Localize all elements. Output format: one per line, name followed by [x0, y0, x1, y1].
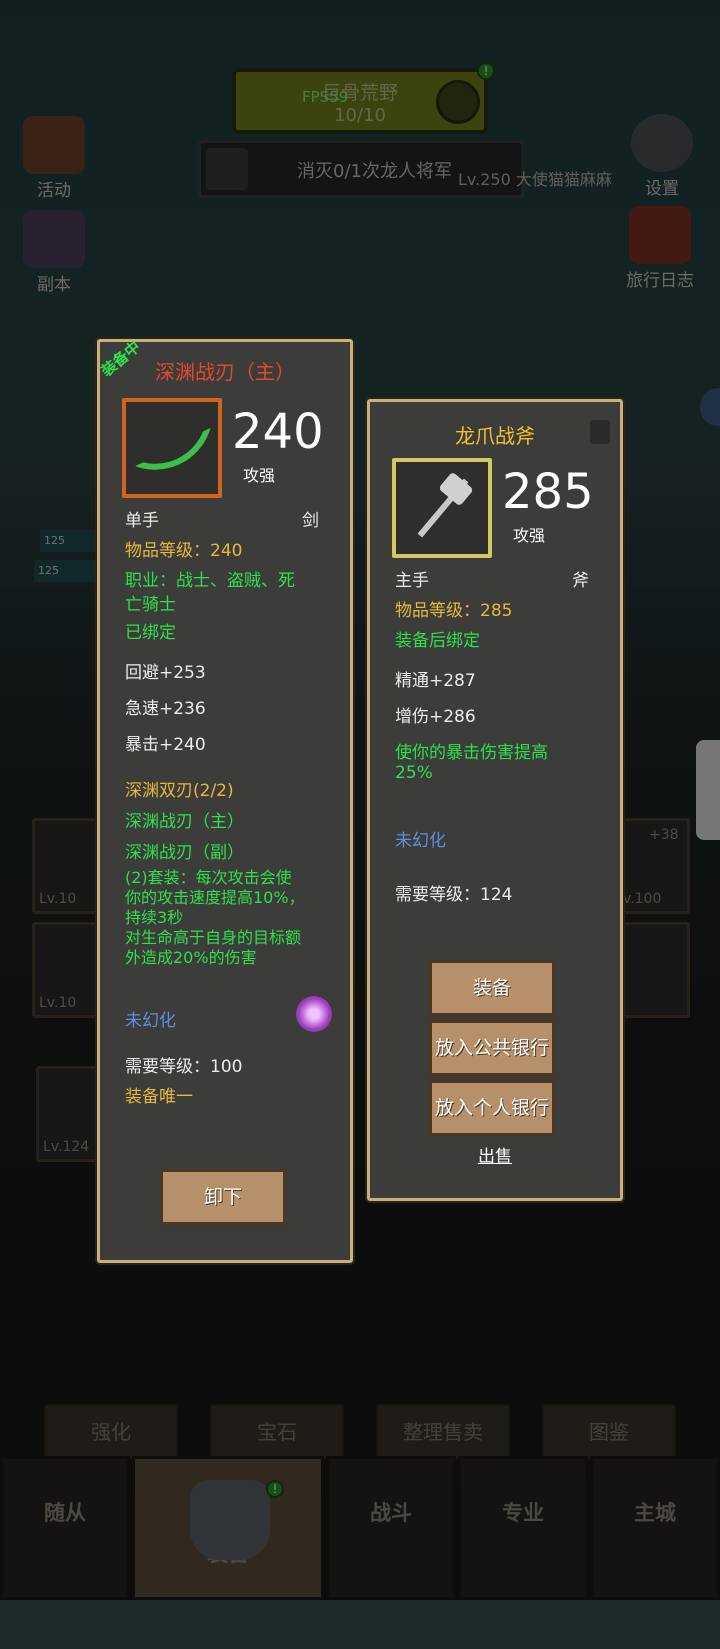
required-level: 需要等级：100 [125, 1057, 243, 1077]
stat-damage: 增伤+286 [395, 707, 476, 727]
stat-haste: 急速+236 [125, 699, 206, 719]
stat-crit: 暴击+240 [125, 735, 206, 755]
blade-icon [135, 407, 211, 487]
class-restriction: 职业：战士、盗贼、死 [125, 571, 295, 591]
attack-value: 285 [502, 464, 594, 520]
set-bonus-line: 你的攻击速度提高10%， [125, 888, 305, 907]
weapon-type: 剑 [302, 511, 319, 531]
set-bonus-line: 对生命高于自身的目标额 [125, 928, 302, 947]
set-bonus: (2)套装：每次攻击会使 你的攻击速度提高10%， 持续3秒 对生命高于自身的目… [125, 868, 335, 968]
attack-value: 240 [232, 404, 324, 460]
equip-button[interactable]: 装备 [429, 960, 555, 1016]
required-level: 需要等级：124 [395, 885, 513, 905]
bind-status: 装备后绑定 [395, 631, 480, 651]
transmog-status: 未幻化 [395, 831, 446, 851]
transmog-orb-icon[interactable] [296, 996, 332, 1032]
sell-link[interactable]: 出售 [478, 1142, 512, 1167]
personal-bank-button[interactable]: 放入个人银行 [429, 1080, 555, 1136]
unequip-button[interactable]: 卸下 [160, 1169, 286, 1225]
set-bonus-line: 外造成20%的伤害 [125, 948, 257, 967]
set-bonus-line: (2)套装：每次攻击会使 [125, 868, 292, 887]
set-piece: 深渊战刃（副） [125, 843, 244, 863]
item-effect-2: 25% [395, 763, 433, 783]
item-icon-slot [392, 458, 492, 558]
item-effect: 使你的暴击伤害提高 [395, 743, 548, 763]
attack-label: 攻强 [243, 466, 276, 485]
set-name: 深渊双刃(2/2) [125, 781, 234, 801]
public-bank-button[interactable]: 放入公共银行 [429, 1020, 555, 1076]
attack-label: 攻强 [513, 526, 546, 545]
transmog-status: 未幻化 [125, 1011, 176, 1031]
set-piece: 深渊战刃（主） [125, 812, 244, 832]
hand-type: 单手 [125, 511, 159, 531]
hand-type: 主手 [395, 571, 429, 591]
stat-dodge: 回避+253 [125, 663, 206, 683]
unique-tag: 装备唯一 [125, 1087, 193, 1107]
item-icon-slot [122, 398, 222, 498]
compare-item-panel: 龙爪战斧 285 攻强 主手 斧 物品等级：285 装备后绑定 精通+287 增… [367, 399, 623, 1201]
bind-status: 已绑定 [125, 623, 176, 643]
item-level: 物品等级：240 [125, 541, 243, 561]
class-restriction-2: 亡骑士 [125, 595, 176, 615]
item-name: 龙爪战斧 [455, 424, 535, 448]
lock-icon[interactable] [590, 420, 610, 444]
stat-mastery: 精通+287 [395, 671, 476, 691]
item-level: 物品等级：285 [395, 601, 513, 621]
weapon-type: 斧 [572, 571, 589, 591]
item-name: 深渊战刃（主） [155, 360, 295, 384]
set-bonus-line: 持续3秒 [125, 908, 184, 927]
equipped-item-panel: 装备中 深渊战刃（主） 240 攻强 单手 剑 物品等级：240 职业：战士、盗… [97, 338, 353, 1263]
